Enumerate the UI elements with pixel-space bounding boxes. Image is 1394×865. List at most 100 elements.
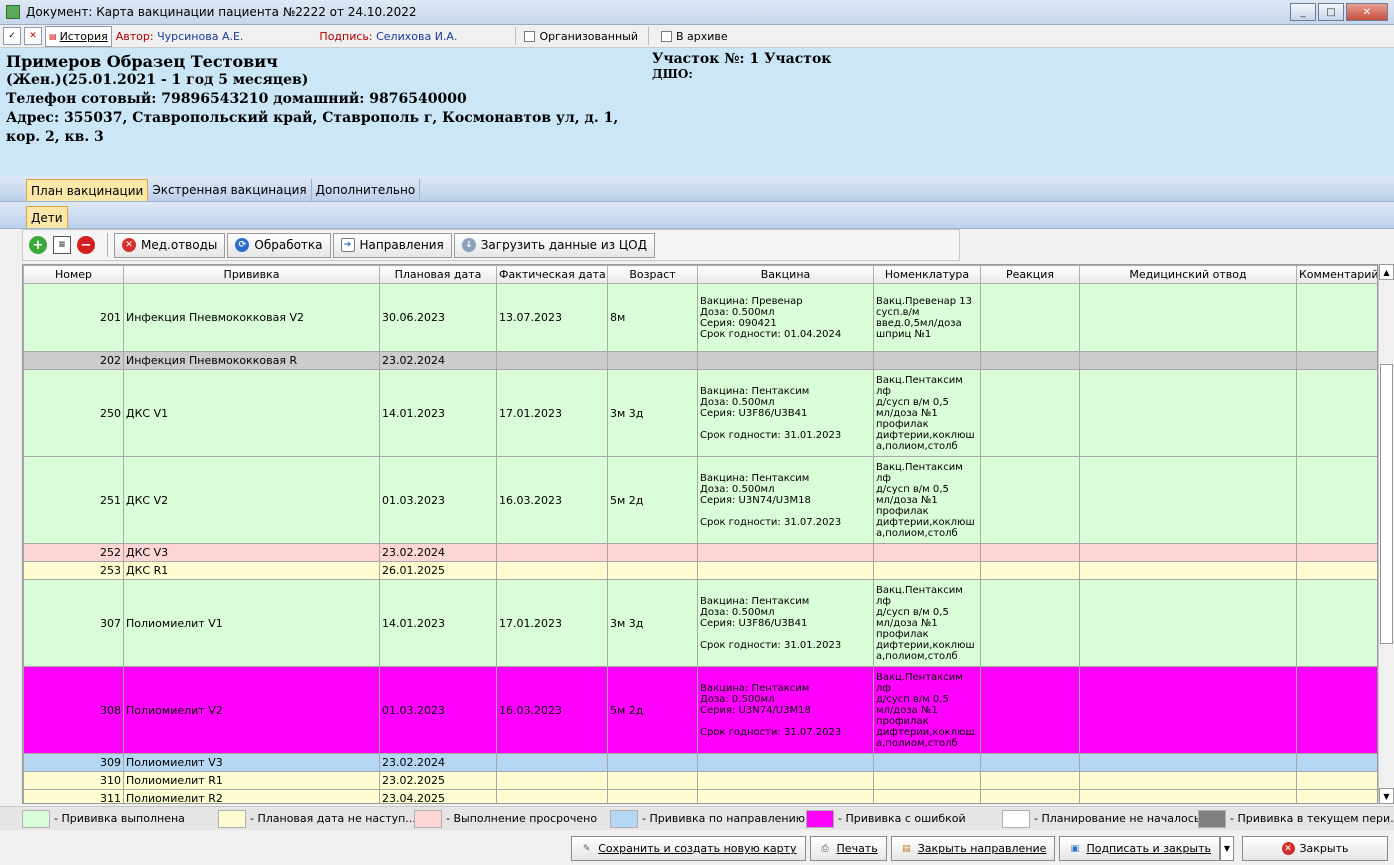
- cell-age[interactable]: [607, 753, 698, 772]
- cell-comment[interactable]: [1296, 771, 1377, 790]
- cell-plan-date[interactable]: 23.02.2024: [379, 753, 497, 772]
- cell-fact-date[interactable]: [496, 543, 608, 562]
- sign-close-button[interactable]: ▣ Подписать и закрыть: [1059, 836, 1220, 861]
- cell-plan-date[interactable]: 01.03.2023: [379, 666, 497, 754]
- archive-checkbox[interactable]: В архиве: [660, 30, 728, 43]
- cell-number[interactable]: 253: [23, 561, 124, 580]
- cell-comment[interactable]: [1296, 561, 1377, 580]
- cell-comment[interactable]: [1296, 351, 1377, 370]
- table-row[interactable]: 253 ДКС R1 26.01.2025: [23, 561, 1377, 580]
- cell-nomenclature[interactable]: [873, 561, 981, 580]
- cell-vaccination[interactable]: Инфекция Пневмококковая R: [123, 351, 380, 370]
- cell-number[interactable]: 250: [23, 369, 124, 457]
- cell-vaccine[interactable]: Вакцина: Превенар Доза: 0.500мл Серия: 0…: [697, 283, 874, 352]
- cell-fact-date[interactable]: [496, 771, 608, 790]
- cell-vaccine[interactable]: Вакцина: Пентаксим Доза: 0.500мл Серия: …: [697, 579, 874, 667]
- grid-scrollbar[interactable]: ▲ ▼: [1378, 264, 1394, 804]
- cell-number[interactable]: 251: [23, 456, 124, 544]
- cell-med-exemption[interactable]: [1079, 351, 1297, 370]
- processing-button[interactable]: ⟳ Обработка: [227, 232, 331, 258]
- table-row[interactable]: 252 ДКС V3 23.02.2024: [23, 543, 1377, 562]
- cell-fact-date[interactable]: [496, 351, 608, 370]
- cell-nomenclature[interactable]: Вакц.Превенар 13 сусп.в/м введ.0,5мл/доз…: [873, 283, 981, 352]
- cell-med-exemption[interactable]: [1079, 561, 1297, 580]
- col-fact-date[interactable]: Фактическая дата: [496, 265, 608, 284]
- cell-med-exemption[interactable]: [1079, 771, 1297, 790]
- cell-fact-date[interactable]: 16.03.2023: [496, 666, 608, 754]
- cell-age[interactable]: [607, 351, 698, 370]
- table-row[interactable]: 308 Полиомиелит V2 01.03.2023 16.03.2023 5м …: [23, 666, 1377, 754]
- cell-vaccination[interactable]: Инфекция Пневмококковая V2: [123, 283, 380, 352]
- cell-comment[interactable]: [1296, 456, 1377, 544]
- cell-number[interactable]: 311: [23, 789, 124, 803]
- table-row[interactable]: 250 ДКС V1 14.01.2023 17.01.2023 3м 3д Вакцин…: [23, 369, 1377, 457]
- delete-icon[interactable]: −: [77, 236, 95, 254]
- cell-med-exemption[interactable]: [1079, 789, 1297, 803]
- tab-additional[interactable]: Дополнительно: [312, 179, 421, 201]
- table-row[interactable]: 202 Инфекция Пневмококковая R 23.02.2024: [23, 351, 1377, 370]
- cell-nomenclature[interactable]: [873, 771, 981, 790]
- cell-plan-date[interactable]: 30.06.2023: [379, 283, 497, 352]
- scroll-up-icon[interactable]: ▲: [1379, 264, 1394, 280]
- cell-vaccination[interactable]: ДКС V1: [123, 369, 380, 457]
- col-comment[interactable]: Комментарий: [1296, 265, 1377, 284]
- med-exemptions-button[interactable]: ✕ Мед.отводы: [114, 232, 226, 258]
- cell-reaction[interactable]: [980, 543, 1080, 562]
- load-data-button[interactable]: ↓ Загрузить данные из ЦОД: [453, 232, 655, 258]
- table-row[interactable]: 311 Полиомиелит R2 23.04.2025: [23, 789, 1377, 803]
- cell-plan-date[interactable]: 23.02.2024: [379, 543, 497, 562]
- tab-children[interactable]: Дети: [26, 206, 68, 228]
- cell-fact-date[interactable]: [496, 789, 608, 803]
- cell-age[interactable]: 5м 2д: [607, 456, 698, 544]
- cell-vaccination[interactable]: ДКС R1: [123, 561, 380, 580]
- cell-med-exemption[interactable]: [1079, 456, 1297, 544]
- cell-med-exemption[interactable]: [1079, 666, 1297, 754]
- organized-checkbox[interactable]: Организованный: [524, 30, 638, 43]
- cell-vaccination[interactable]: Полиомиелит R1: [123, 771, 380, 790]
- cell-comment[interactable]: [1296, 283, 1377, 352]
- table-row[interactable]: 251 ДКС V2 01.03.2023 16.03.2023 5м 2д Вакцин…: [23, 456, 1377, 544]
- cell-med-exemption[interactable]: [1079, 283, 1297, 352]
- cell-number[interactable]: 252: [23, 543, 124, 562]
- edit-icon[interactable]: ≡: [53, 236, 71, 254]
- cell-number[interactable]: 308: [23, 666, 124, 754]
- close-window-button[interactable]: ✕: [1346, 3, 1388, 21]
- cell-vaccine[interactable]: [697, 561, 874, 580]
- scroll-down-icon[interactable]: ▼: [1379, 788, 1394, 804]
- cell-fact-date[interactable]: [496, 561, 608, 580]
- cell-reaction[interactable]: [980, 283, 1080, 352]
- cell-age[interactable]: 3м 3д: [607, 369, 698, 457]
- cell-med-exemption[interactable]: [1079, 579, 1297, 667]
- cell-vaccine[interactable]: [697, 753, 874, 772]
- cell-vaccine[interactable]: [697, 771, 874, 790]
- cell-vaccine[interactable]: [697, 351, 874, 370]
- col-number[interactable]: Номер: [23, 265, 124, 284]
- tab-emergency[interactable]: Экстренная вакцинация: [148, 179, 312, 201]
- cell-fact-date[interactable]: 17.01.2023: [496, 369, 608, 457]
- table-row[interactable]: 201 Инфекция Пневмококковая V2 30.06.2023 1…: [23, 283, 1377, 352]
- cell-med-exemption[interactable]: [1079, 369, 1297, 457]
- cell-age[interactable]: [607, 789, 698, 803]
- col-med-exemption[interactable]: Медицинский отвод: [1079, 265, 1297, 284]
- cell-fact-date[interactable]: 16.03.2023: [496, 456, 608, 544]
- cell-number[interactable]: 307: [23, 579, 124, 667]
- cell-plan-date[interactable]: 01.03.2023: [379, 456, 497, 544]
- cell-vaccination[interactable]: Полиомиелит R2: [123, 789, 380, 803]
- cell-plan-date[interactable]: 23.02.2024: [379, 351, 497, 370]
- cell-vaccine[interactable]: [697, 543, 874, 562]
- cell-vaccine[interactable]: [697, 789, 874, 803]
- cell-plan-date[interactable]: 26.01.2025: [379, 561, 497, 580]
- cell-fact-date[interactable]: [496, 753, 608, 772]
- cell-fact-date[interactable]: 13.07.2023: [496, 283, 608, 352]
- close-direction-button[interactable]: ▤ Закрыть направление: [890, 836, 1056, 861]
- cell-reaction[interactable]: [980, 456, 1080, 544]
- cell-reaction[interactable]: [980, 789, 1080, 803]
- cell-plan-date[interactable]: 23.02.2025: [379, 771, 497, 790]
- cell-reaction[interactable]: [980, 771, 1080, 790]
- cell-comment[interactable]: [1296, 369, 1377, 457]
- add-icon[interactable]: +: [29, 236, 47, 254]
- table-row[interactable]: 307 Полиомиелит V1 14.01.2023 17.01.2023 3м …: [23, 579, 1377, 667]
- col-plan-date[interactable]: Плановая дата: [379, 265, 497, 284]
- cell-vaccination[interactable]: Полиомиелит V1: [123, 579, 380, 667]
- cell-nomenclature[interactable]: Вакц.Пентаксим лф д/сусп в/м 0,5 мл/доза…: [873, 456, 981, 544]
